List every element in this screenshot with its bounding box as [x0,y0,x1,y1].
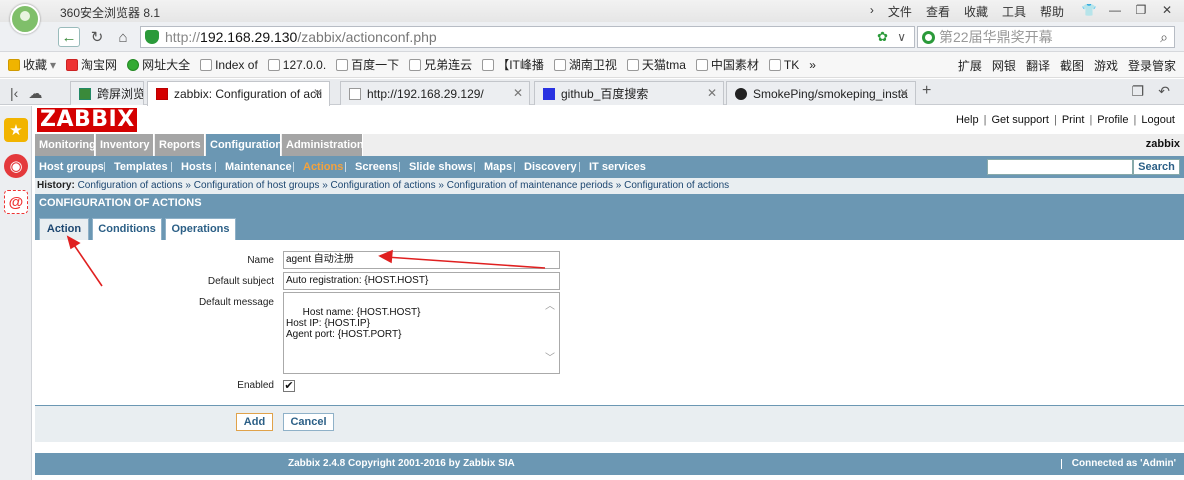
arrow-to-action-tab [71,241,103,287]
arrowhead-name-field [378,249,393,264]
arrow-to-name-field [385,256,546,269]
user-avatar-icon[interactable] [10,4,40,34]
arrowhead-action-tab [66,235,81,250]
annotation-arrows [66,235,546,287]
